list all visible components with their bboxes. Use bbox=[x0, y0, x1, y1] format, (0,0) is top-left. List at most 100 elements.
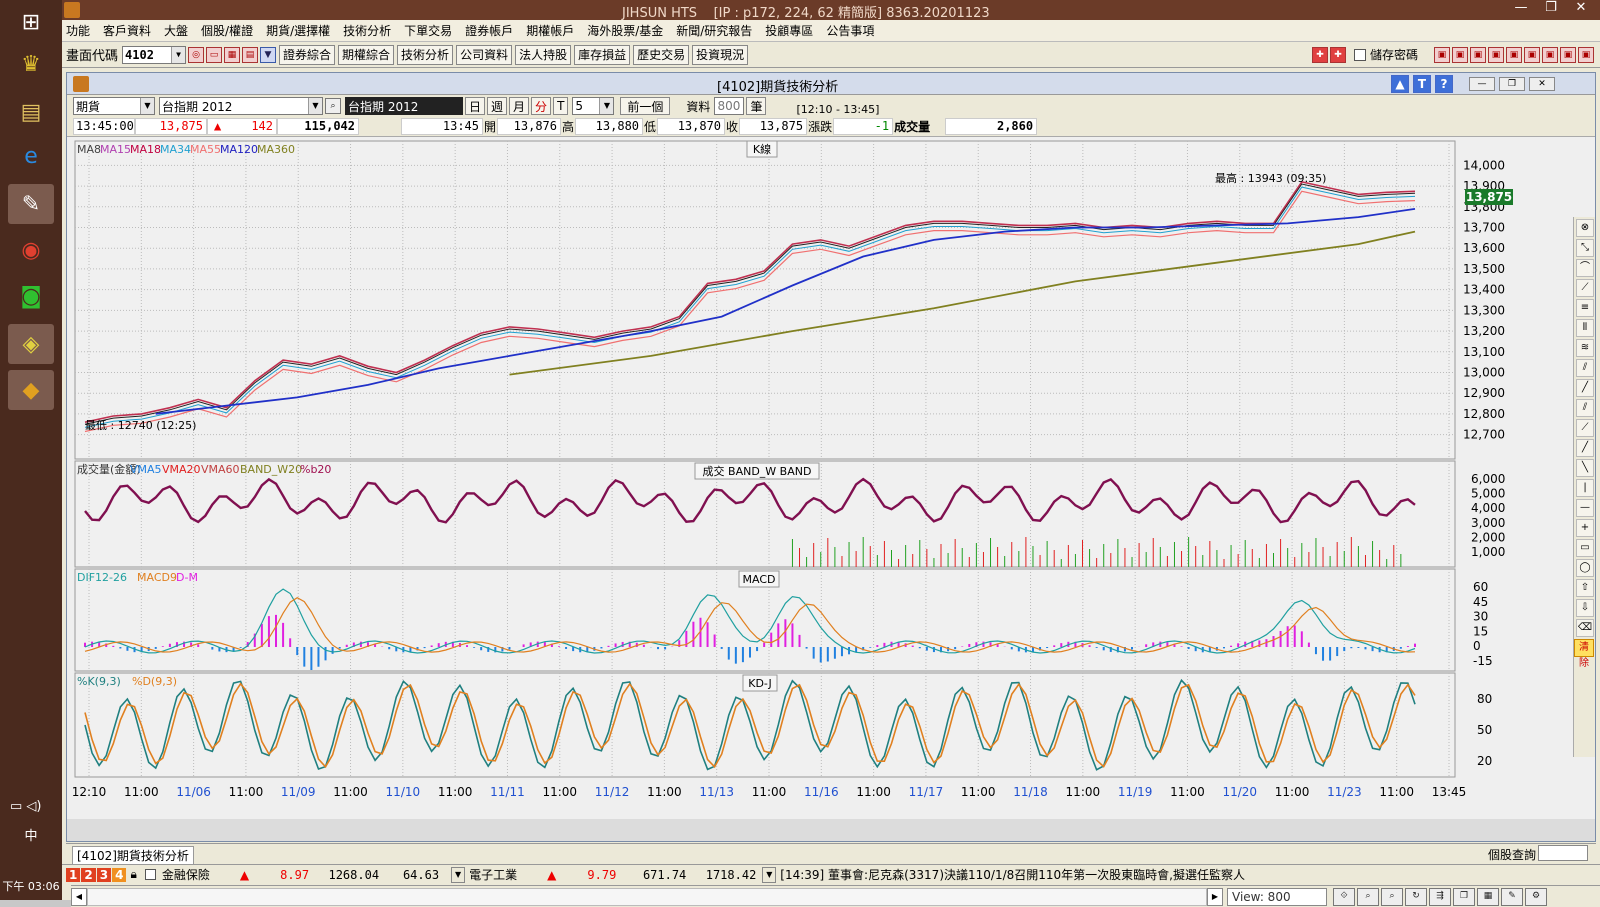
speed-dial-2[interactable]: 2 bbox=[81, 867, 96, 882]
stock-query-input[interactable] bbox=[1538, 845, 1588, 861]
tab-tech-analysis[interactable]: [4102]期貨技術分析 bbox=[72, 846, 194, 865]
ime-indicator[interactable]: 中 bbox=[0, 825, 62, 844]
quick-tool-icon-2[interactable]: ▣ bbox=[1470, 46, 1486, 63]
jihsun-app-icon[interactable]: ◆ bbox=[8, 370, 54, 410]
minute-interval-select[interactable]: 5 ▼ bbox=[572, 97, 615, 115]
paint-icon[interactable]: ✎ bbox=[8, 184, 54, 224]
draw-tool-icon-7[interactable]: ⫽ bbox=[1576, 359, 1594, 377]
inner-restore-icon[interactable]: ❐ bbox=[1499, 77, 1525, 91]
quick-tool-icon-0[interactable]: ▣ bbox=[1434, 46, 1450, 63]
draw-tool-icon-4[interactable]: ≡ bbox=[1576, 299, 1594, 317]
dropdown-icon[interactable]: ▼ bbox=[260, 46, 277, 63]
chart-tool-icon-4[interactable]: ⇶ bbox=[1429, 887, 1451, 906]
plus-red-icon-2[interactable]: ✚ bbox=[1329, 46, 1346, 63]
ie-browser-icon[interactable]: e bbox=[8, 136, 54, 176]
menu-item-4[interactable]: 期貨/選擇權 bbox=[266, 22, 330, 39]
chart-tool-icon-0[interactable]: ⟐ bbox=[1333, 887, 1355, 906]
quick-tool-icon-6[interactable]: ▣ bbox=[1542, 46, 1558, 63]
windows-start-icon[interactable]: ⊞ bbox=[8, 2, 54, 42]
menu-item-0[interactable]: 功能 bbox=[66, 22, 90, 39]
menu-item-9[interactable]: 海外股票/基金 bbox=[587, 22, 663, 39]
quick-tool-icon-8[interactable]: ▣ bbox=[1578, 46, 1594, 63]
draw-tool-icon-13[interactable]: | bbox=[1576, 479, 1594, 497]
toolbar-button-2[interactable]: 技術分析 bbox=[397, 44, 454, 65]
folder-icon[interactable]: ▤ bbox=[8, 92, 54, 132]
chart-area[interactable]: 12:10 11:00 11/06 11:00 11/09 11:00 11/10 11:00… bbox=[67, 137, 1595, 819]
speed-dial-4[interactable]: 4 bbox=[112, 867, 127, 882]
menu-item-12[interactable]: 公告事項 bbox=[826, 22, 874, 39]
toolbar-button-5[interactable]: 庫存損益 bbox=[574, 44, 631, 65]
draw-tool-icon-8[interactable]: ╱ bbox=[1576, 379, 1594, 397]
quick-tool-icon-5[interactable]: ▣ bbox=[1524, 46, 1540, 63]
inner-minimize-icon[interactable]: — bbox=[1469, 77, 1495, 91]
menu-item-1[interactable]: 客戶資料 bbox=[103, 22, 151, 39]
draw-tool-icon-2[interactable]: ⌒ bbox=[1576, 259, 1594, 277]
restore-icon[interactable]: ❐ bbox=[1536, 0, 1566, 15]
line-app-icon[interactable]: ◙ bbox=[8, 276, 54, 316]
toolbar-button-0[interactable]: 證券綜合 bbox=[279, 44, 336, 65]
speed-dial-3[interactable]: 3 bbox=[96, 867, 112, 882]
toolbar-button-1[interactable]: 期權綜合 bbox=[338, 44, 395, 65]
chevron-down-icon[interactable]: ▼ bbox=[308, 98, 322, 114]
chart-icon[interactable]: ▦ bbox=[224, 46, 241, 63]
draw-tool-icon-18[interactable]: ⇧ bbox=[1576, 579, 1594, 597]
chrome-icon[interactable]: ◉ bbox=[8, 230, 54, 270]
menu-item-7[interactable]: 證券帳戶 bbox=[465, 22, 513, 39]
chevron-down-icon[interactable]: ▼ bbox=[451, 866, 466, 883]
draw-tool-icon-14[interactable]: — bbox=[1576, 499, 1594, 517]
lock-icon[interactable]: 🔒︎ bbox=[130, 867, 136, 882]
crown-icon[interactable]: ♛ bbox=[8, 44, 54, 84]
chart-tool-icon-1[interactable]: ⌕ bbox=[1357, 887, 1379, 906]
arrow-up-icon[interactable]: ▲ bbox=[1391, 75, 1409, 93]
draw-tool-icon-6[interactable]: ≋ bbox=[1576, 339, 1594, 357]
period-week-button[interactable]: 週 bbox=[487, 97, 508, 115]
menu-item-10[interactable]: 新聞/研究報告 bbox=[676, 22, 752, 39]
horizontal-scrollbar[interactable] bbox=[87, 887, 1207, 906]
chevron-down-icon[interactable]: ▼ bbox=[599, 98, 614, 114]
chevron-down-icon[interactable]: ▼ bbox=[140, 98, 154, 114]
close-icon[interactable]: ✕ bbox=[1566, 0, 1596, 15]
speed-dial-1[interactable]: 1 bbox=[66, 867, 81, 882]
quick-tool-icon-4[interactable]: ▣ bbox=[1506, 46, 1522, 63]
chart-svg[interactable]: 12:10 11:00 11/06 11:00 11/09 11:00 11/10 11:00… bbox=[67, 137, 1567, 819]
period-day-button[interactable]: 日 bbox=[465, 97, 486, 115]
search-icon[interactable]: ◎ bbox=[188, 46, 205, 63]
toolbar-button-4[interactable]: 法人持股 bbox=[515, 44, 572, 65]
contract-select[interactable]: 台指期 2012 ▼ bbox=[159, 97, 323, 115]
data-count-input[interactable]: 800 bbox=[714, 97, 745, 115]
menu-item-2[interactable]: 大盤 bbox=[164, 22, 188, 39]
chevron-down-icon[interactable]: ▼ bbox=[171, 46, 186, 63]
text-tool-icon[interactable]: T bbox=[1413, 75, 1431, 93]
product-type-select[interactable]: 期貨 ▼ bbox=[73, 97, 155, 115]
help-icon[interactable]: ? bbox=[1435, 75, 1453, 93]
period-month-button[interactable]: 月 bbox=[509, 97, 530, 115]
inner-close-icon[interactable]: ✕ bbox=[1529, 77, 1555, 91]
scroll-left-icon[interactable]: ◀ bbox=[71, 887, 87, 906]
quick-tool-icon-1[interactable]: ▣ bbox=[1452, 46, 1468, 63]
save-password-checkbox[interactable] bbox=[1353, 48, 1366, 61]
draw-tool-icon-11[interactable]: ╱ bbox=[1576, 439, 1594, 457]
magnifier-icon[interactable]: ⌕ bbox=[325, 98, 341, 114]
system-tray-icons[interactable]: ▭ ◁) bbox=[10, 799, 41, 814]
draw-tool-icon-1[interactable]: ⤡ bbox=[1576, 239, 1594, 257]
period-minute-button[interactable]: 分 bbox=[531, 97, 552, 115]
news-ticker[interactable]: [14:39] 董事會:尼克森(3317)決議110/1/8召開110年第一次股… bbox=[780, 866, 1245, 883]
chart-tool-icon-5[interactable]: ❐ bbox=[1453, 887, 1475, 906]
draw-tool-icon-12[interactable]: ╲ bbox=[1576, 459, 1594, 477]
period-tick-button[interactable]: T bbox=[553, 97, 569, 115]
minimize-icon[interactable]: — bbox=[1506, 0, 1536, 15]
prev-button[interactable]: 前一個 bbox=[620, 97, 671, 115]
toolbar-button-3[interactable]: 公司資料 bbox=[456, 44, 513, 65]
chart-tool-icon-8[interactable]: ⚙ bbox=[1525, 887, 1547, 906]
chart-tool-icon-7[interactable]: ✎ bbox=[1501, 887, 1523, 906]
draw-tool-icon-5[interactable]: ⦀ bbox=[1576, 319, 1594, 337]
print-icon[interactable]: ▤ bbox=[242, 46, 259, 63]
draw-tool-icon-0[interactable]: ⊗ bbox=[1576, 219, 1594, 237]
clear-button[interactable]: 清除 bbox=[1574, 639, 1594, 669]
toolbar-button-6[interactable]: 歷史交易 bbox=[633, 44, 690, 65]
quick-tool-icon-3[interactable]: ▣ bbox=[1488, 46, 1504, 63]
ticker-checkbox[interactable] bbox=[144, 869, 156, 880]
menu-item-11[interactable]: 投顧專區 bbox=[765, 22, 813, 39]
menu-item-3[interactable]: 個股/權證 bbox=[201, 22, 253, 39]
code-input[interactable]: 4102 ▼ bbox=[122, 45, 187, 64]
